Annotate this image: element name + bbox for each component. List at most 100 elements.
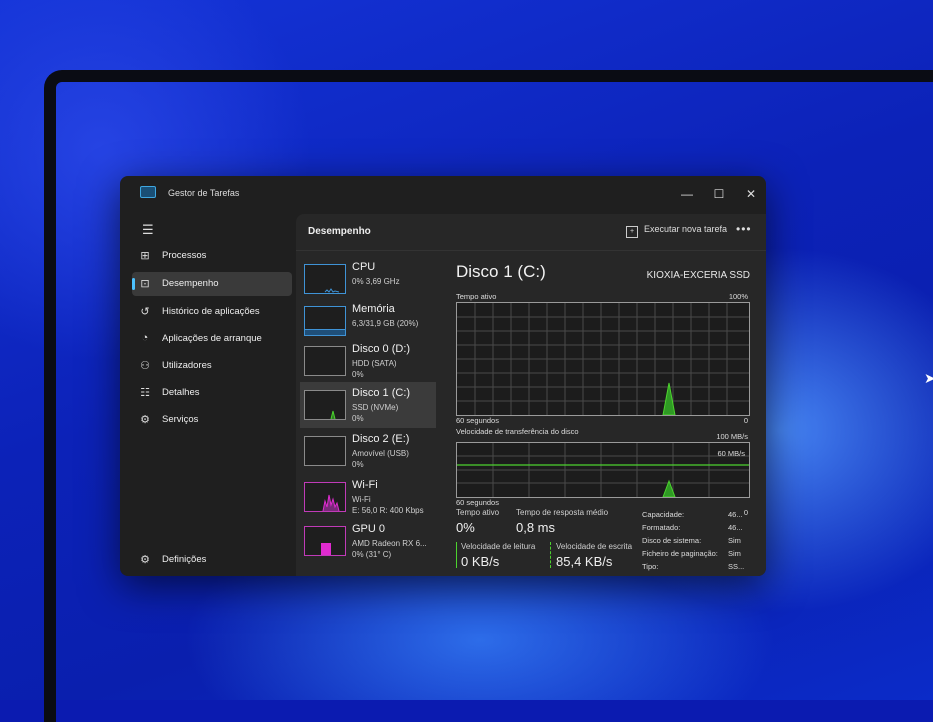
- history-icon: ↺: [140, 306, 150, 318]
- title-bar[interactable]: Gestor de Tarefas — ☐ ✕: [120, 176, 766, 212]
- prop-type-key: Tipo:: [642, 562, 659, 571]
- prop-pagefile-key: Ficheiro de paginação:: [642, 549, 718, 558]
- prop-capacity-key: Capacidade:: [642, 510, 685, 519]
- active-time-max: 100%: [728, 292, 748, 301]
- stat-active-time-value: 0%: [456, 520, 475, 535]
- active-time-graph: [456, 302, 750, 416]
- sidebar-item-historico[interactable]: ↺ Histórico de aplicações: [132, 300, 292, 324]
- sidebar-item-utilizadores[interactable]: ⚇ Utilizadores: [132, 354, 292, 378]
- users-icon: ⚇: [140, 360, 150, 372]
- window-title: Gestor de Tarefas: [168, 188, 240, 198]
- sidebar-item-detalhes[interactable]: ☷ Detalhes: [132, 381, 292, 405]
- device-detail: AMD Radeon RX 6...: [352, 539, 427, 548]
- active-time-span: 60 segundos: [456, 416, 499, 425]
- device-detail: Wi-Fi: [352, 495, 371, 504]
- stat-write-value: 85,4 KB/s: [556, 554, 613, 569]
- prop-system-disk-value: Sim: [728, 536, 741, 545]
- close-button[interactable]: ✕: [736, 182, 766, 206]
- device-usage: 0%: [352, 370, 364, 379]
- grid-icon: ⊞: [140, 250, 150, 262]
- run-new-task-button[interactable]: + Executar nova tarefa: [626, 224, 727, 238]
- device-detail: Amovível (USB): [352, 449, 409, 458]
- run-new-task-label: Executar nova tarefa: [644, 224, 728, 234]
- stat-read-value: 0 KB/s: [461, 554, 500, 569]
- run-task-icon: +: [626, 226, 638, 238]
- disk0-thumbnail-graph: [304, 346, 346, 376]
- device-name: Disco 2 (E:): [352, 433, 410, 445]
- prop-formatted-key: Formatado:: [642, 523, 681, 532]
- sidebar-item-label: Serviços: [162, 414, 199, 425]
- device-usage: 0%: [352, 414, 364, 423]
- maximize-button[interactable]: ☐: [704, 182, 734, 206]
- write-indicator: [550, 542, 551, 568]
- memory-thumbnail-graph: [304, 306, 346, 336]
- hamburger-icon[interactable]: ☰: [142, 222, 154, 238]
- device-name: Disco 1 (C:): [352, 387, 411, 399]
- mouse-cursor-icon: ➤: [924, 370, 933, 386]
- cpu-thumbnail-graph: [304, 264, 346, 294]
- active-time-label: Tempo ativo: [456, 292, 497, 301]
- task-manager-window: Gestor de Tarefas — ☐ ✕ ☰ ⊞ Processos ⊡ …: [120, 176, 766, 576]
- device-name: Memória: [352, 303, 395, 315]
- active-time-min: 0: [743, 416, 748, 425]
- minimize-button[interactable]: —: [672, 182, 702, 206]
- device-wifi[interactable]: Wi-Fi Wi-Fi E: 56,0 R: 400 Kbps: [300, 474, 436, 520]
- startup-icon: ◔: [141, 332, 149, 344]
- prop-pagefile-value: Sim: [728, 549, 741, 558]
- stat-active-time-label: Tempo ativo: [456, 508, 500, 517]
- device-usage: E: 56,0 R: 400 Kbps: [352, 506, 424, 515]
- device-name: Wi-Fi: [352, 479, 378, 491]
- transfer-rate-min: 0: [743, 508, 748, 517]
- wifi-thumbnail-graph: [304, 482, 346, 512]
- device-detail: 0% 3,69 GHz: [352, 277, 400, 286]
- device-detail: SSD (NVMe): [352, 403, 399, 412]
- device-usage: 0% (31° C): [352, 550, 392, 559]
- transfer-rate-span: 60 segundos: [456, 498, 499, 507]
- device-disk-2[interactable]: Disco 2 (E:) Amovível (USB) 0%: [300, 428, 436, 474]
- device-detail: HDD (SATA): [352, 359, 397, 368]
- sidebar-item-label: Utilizadores: [162, 360, 212, 371]
- main-header: Desempenho + Executar nova tarefa •••: [296, 214, 766, 251]
- device-cpu[interactable]: CPU 0% 3,69 GHz: [300, 256, 436, 302]
- device-list: CPU 0% 3,69 GHz Memória 6,3/31,9 GB (20%…: [296, 256, 438, 576]
- disk-model: KIOXIA-EXCERIA SSD: [646, 270, 750, 281]
- transfer-rate-label: Velocidade de transferência do disco: [456, 427, 579, 436]
- settings-button[interactable]: ⚙ Definições: [132, 548, 292, 572]
- main-panel: Desempenho + Executar nova tarefa ••• CPU…: [296, 214, 766, 576]
- sidebar-item-desempenho[interactable]: ⊡ Desempenho: [132, 272, 292, 296]
- prop-system-disk-key: Disco de sistema:: [642, 536, 702, 545]
- sidebar-item-label: Histórico de aplicações: [162, 306, 260, 317]
- sidebar-item-label: Detalhes: [162, 387, 200, 398]
- performance-icon: ⊡: [140, 278, 150, 290]
- device-detail: 6,3/31,9 GB (20%): [352, 319, 419, 328]
- disk2-thumbnail-graph: [304, 436, 346, 466]
- page-title: Desempenho: [308, 226, 371, 237]
- stat-read-label: Velocidade de leitura: [461, 542, 536, 551]
- device-gpu-0[interactable]: GPU 0 AMD Radeon RX 6... 0% (31° C): [300, 518, 436, 564]
- task-manager-app-icon: [140, 186, 156, 198]
- more-options-button[interactable]: •••: [736, 222, 752, 236]
- device-disk-1[interactable]: Disco 1 (C:) SSD (NVMe) 0%: [300, 382, 436, 428]
- transfer-rate-mid: 60 MB/s: [717, 449, 745, 458]
- device-name: GPU 0: [352, 523, 386, 535]
- sidebar-item-label: Aplicações de arranque: [162, 333, 262, 344]
- list-icon: ☷: [140, 387, 150, 399]
- device-disk-0[interactable]: Disco 0 (D:) HDD (SATA) 0%: [300, 338, 436, 384]
- settings-label: Definições: [162, 554, 207, 565]
- disk-detail-panel: Disco 1 (C:) KIOXIA-EXCERIA SSD Tempo at…: [452, 256, 750, 576]
- prop-capacity-value: 46...: [728, 510, 743, 519]
- prop-type-value: SS...: [728, 562, 745, 571]
- device-usage: 0%: [352, 460, 364, 469]
- sidebar: ☰ ⊞ Processos ⊡ Desempenho ↺ Histórico d…: [120, 212, 296, 576]
- services-icon: ⚙: [140, 414, 150, 426]
- stat-write-label: Velocidade de escrita: [556, 542, 633, 551]
- sidebar-item-arranque[interactable]: ◔ Aplicações de arranque: [132, 327, 292, 351]
- stat-response-label: Tempo de resposta médio: [516, 508, 609, 517]
- sidebar-item-servicos[interactable]: ⚙ Serviços: [132, 408, 292, 432]
- disk1-thumbnail-graph: [304, 390, 346, 420]
- stat-response-value: 0,8 ms: [516, 520, 556, 535]
- transfer-rate-max: 100 MB/s: [716, 432, 748, 441]
- read-indicator: [456, 542, 457, 568]
- gpu-thumbnail-graph: [304, 526, 346, 556]
- sidebar-item-processos[interactable]: ⊞ Processos: [132, 244, 292, 268]
